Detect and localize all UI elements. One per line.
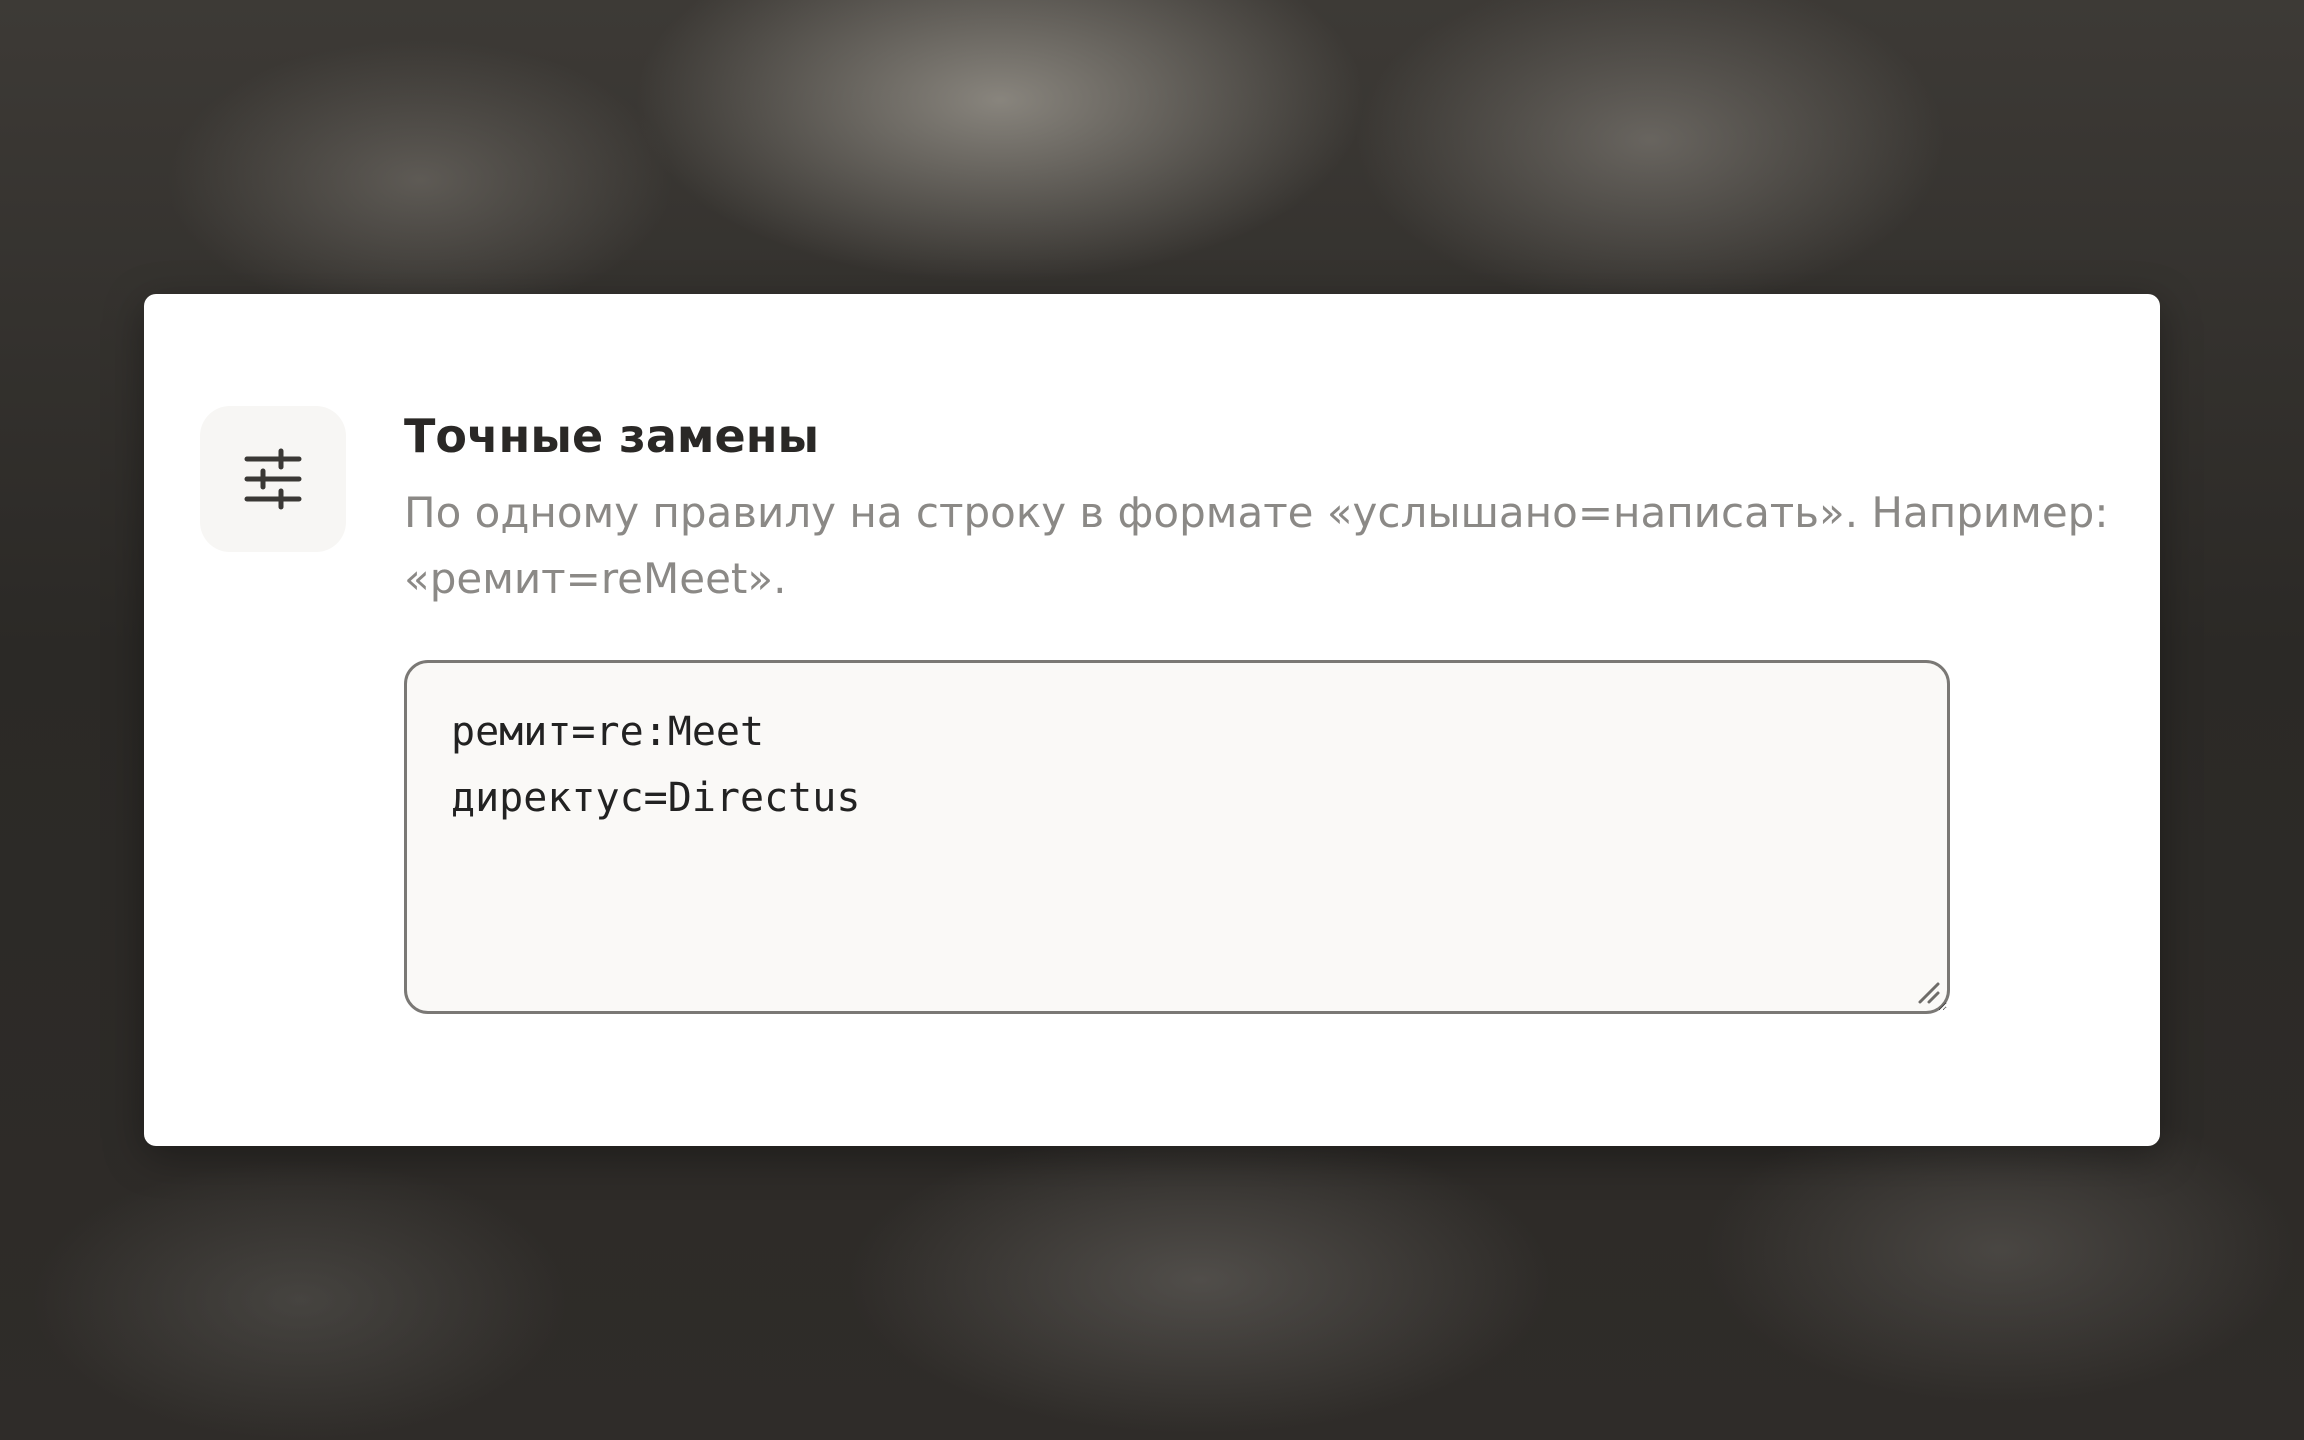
settings-card: Точные замены По одному правилу на строк…: [144, 294, 2160, 1146]
setting-title: Точные замены: [404, 409, 820, 463]
setting-description: По одному правилу на строку в формате «у…: [404, 488, 2109, 603]
rules-field-wrapper: [404, 660, 1950, 1014]
replacement-rules-textarea[interactable]: [404, 660, 1950, 1014]
sliders-icon: [244, 448, 302, 510]
setting-icon-tile: [200, 406, 346, 552]
setting-content: Точные замены По одному правилу на строк…: [404, 406, 2124, 1014]
